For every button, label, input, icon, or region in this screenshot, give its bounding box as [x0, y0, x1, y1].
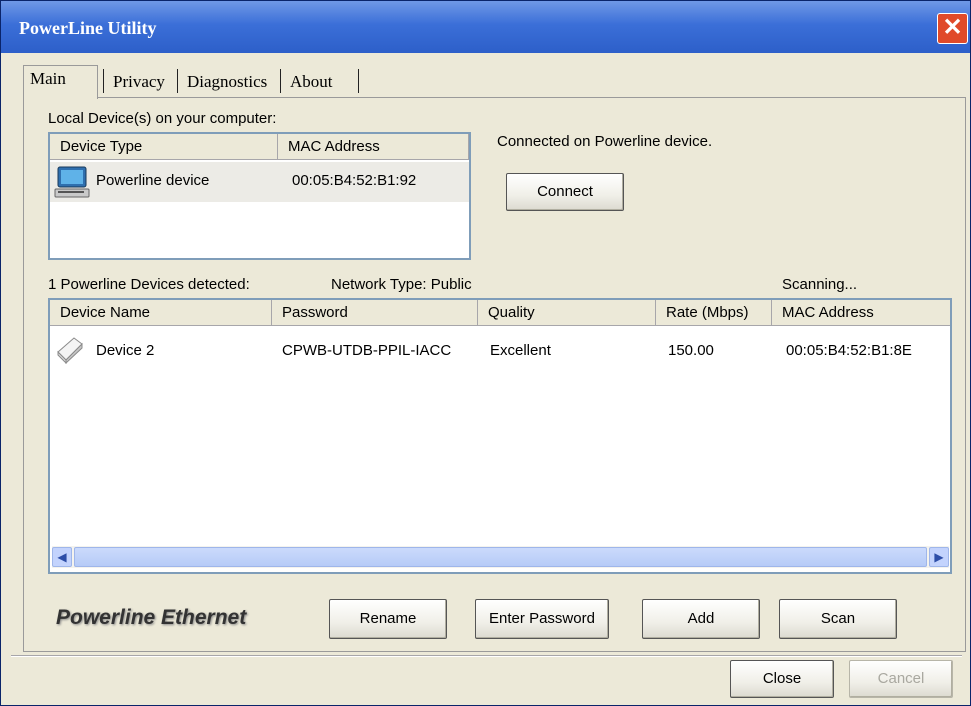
device-rate: 150.00 — [668, 342, 714, 359]
devices-detected-label: 1 Powerline Devices detected: — [48, 276, 250, 293]
column-header-mac-address[interactable]: MAC Address — [278, 134, 469, 160]
tab-main[interactable]: Main — [23, 65, 98, 99]
device-icon — [57, 337, 83, 364]
tab-privacy[interactable]: Privacy — [107, 69, 171, 95]
connection-status: Connected on Powerline device. — [497, 133, 713, 150]
title-bar[interactable]: PowerLine Utility ✕ — [1, 1, 970, 53]
close-button[interactable]: Close — [730, 660, 834, 698]
detected-devices-header: Device Name Password Quality Rate (Mbps)… — [50, 300, 950, 326]
device-name: Device 2 — [96, 342, 155, 359]
scroll-thumb[interactable] — [74, 547, 927, 567]
column-header-device-type[interactable]: Device Type — [50, 134, 278, 160]
device-mac-address: 00:05:B4:52:B1:8E — [786, 342, 912, 359]
tab-divider — [103, 69, 104, 93]
connect-button[interactable]: Connect — [506, 173, 624, 211]
scroll-left-icon[interactable]: ◀ — [52, 547, 72, 567]
scan-status-label: Scanning... — [782, 276, 858, 293]
footer-divider — [11, 655, 962, 657]
tab-divider — [358, 69, 359, 93]
local-devices-header: Device Type MAC Address — [50, 134, 469, 160]
tab-divider — [177, 69, 178, 93]
table-row[interactable]: Device 2 CPWB-UTDB-PPIL-IACC Excellent 1… — [50, 330, 950, 370]
local-devices-label: Local Device(s) on your computer: — [48, 110, 277, 127]
powerline-ethernet-logo: Powerline Ethernet — [56, 606, 247, 629]
enter-password-button[interactable]: Enter Password — [475, 599, 609, 639]
tab-diagnostics[interactable]: Diagnostics — [181, 69, 273, 95]
local-devices-list[interactable]: Device Type MAC Address Powerline device… — [48, 132, 471, 260]
close-window-button[interactable]: ✕ — [937, 13, 968, 44]
rename-button[interactable]: Rename — [329, 599, 447, 639]
horizontal-scrollbar[interactable]: ◀ ▶ — [52, 546, 949, 568]
powerline-utility-window: PowerLine Utility ✕ Main Privacy Diagnos… — [0, 0, 971, 706]
column-header-rate[interactable]: Rate (Mbps) — [656, 300, 772, 326]
network-type-label: Network Type: Public — [331, 276, 472, 293]
computer-icon — [54, 166, 90, 198]
tab-about[interactable]: About — [284, 69, 339, 95]
device-type: Powerline device — [96, 172, 210, 189]
scroll-right-icon[interactable]: ▶ — [929, 547, 949, 567]
device-password: CPWB-UTDB-PPIL-IACC — [282, 342, 452, 359]
close-icon: ✕ — [942, 14, 963, 41]
column-header-password[interactable]: Password — [272, 300, 478, 326]
list-item[interactable]: Powerline device 00:05:B4:52:B1:92 — [50, 162, 469, 202]
cancel-button[interactable]: Cancel — [849, 660, 953, 698]
mac-address: 00:05:B4:52:B1:92 — [292, 172, 417, 189]
add-button[interactable]: Add — [642, 599, 760, 639]
column-header-quality[interactable]: Quality — [478, 300, 656, 326]
column-header-mac-address[interactable]: MAC Address — [772, 300, 950, 326]
tab-divider — [280, 69, 281, 93]
device-quality: Excellent — [490, 342, 551, 359]
detected-devices-list[interactable]: Device Name Password Quality Rate (Mbps)… — [48, 298, 952, 574]
column-header-device-name[interactable]: Device Name — [50, 300, 272, 326]
scan-button[interactable]: Scan — [779, 599, 897, 639]
main-tab-panel: Local Device(s) on your computer: Device… — [23, 97, 966, 652]
window-title: PowerLine Utility — [19, 18, 157, 38]
